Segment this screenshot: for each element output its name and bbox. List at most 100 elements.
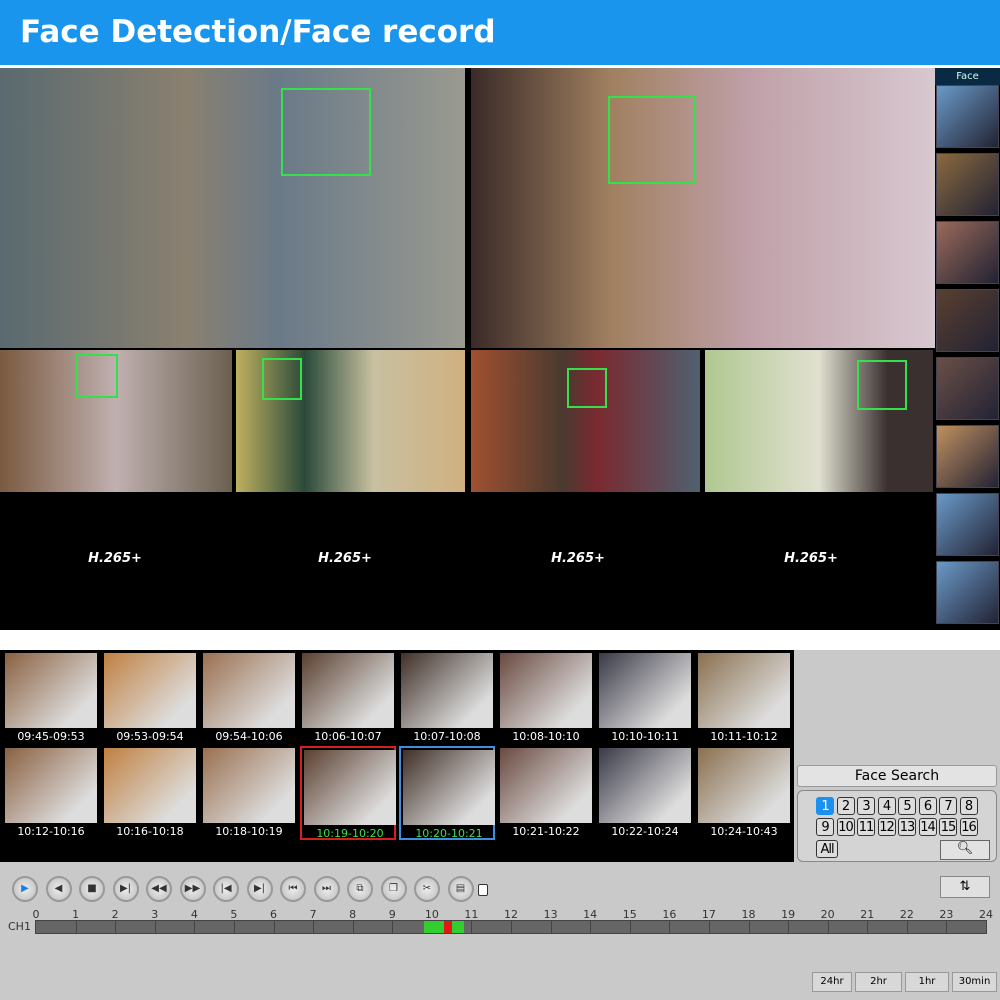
face-image [698, 653, 790, 728]
channel-button-14[interactable]: 14 [918, 818, 937, 836]
channel-button-5[interactable]: 5 [898, 797, 916, 815]
channel-button-7[interactable]: 7 [939, 797, 957, 815]
camera-tile-3[interactable] [0, 350, 232, 492]
face-thumbnail-grid: 09:45-09:53 09:53-09:54 09:54-10:06 10:06-1… [0, 650, 794, 862]
face-box [857, 360, 907, 410]
skip-back-icon: ⏮ [288, 883, 298, 894]
camera-tile-4[interactable] [236, 350, 465, 492]
hour-tick: 0 [32, 908, 40, 921]
face-thumbnail[interactable]: 10:24-10:43 [696, 746, 792, 840]
channel-button-13[interactable]: 13 [898, 818, 916, 836]
face-search-panel: Face Search All 🔍︎ 1 2 3 4 5 6 7 8 9 10 11 12 13 14 15… [797, 765, 997, 863]
cut-icon: ✂ [422, 883, 432, 894]
camera-tile-1[interactable] [0, 68, 465, 348]
timeline-bar[interactable] [35, 920, 987, 934]
zoom-2hr-button[interactable]: 2hr [855, 972, 902, 992]
camera-tile-6[interactable] [705, 350, 933, 492]
face-thumbnail[interactable]: 09:53-09:54 [102, 651, 198, 745]
captured-face[interactable] [936, 153, 999, 216]
checkbox[interactable] [478, 884, 488, 896]
hour-divider [154, 921, 156, 933]
face-thumbnail[interactable]: 10:19-10:20 [300, 746, 396, 840]
face-thumbnail[interactable]: 10:08-10:10 [498, 651, 594, 745]
captured-face[interactable] [936, 561, 999, 624]
recording-segment-normal[interactable] [423, 921, 444, 933]
camera-tile-2[interactable] [471, 68, 935, 348]
skip-forward-icon: ⏭ [322, 883, 331, 894]
captured-face[interactable] [936, 425, 999, 488]
stop-icon: ■ [87, 883, 97, 894]
channel-button-9[interactable]: 9 [816, 818, 834, 836]
face-image [401, 653, 493, 728]
hour-divider [313, 921, 315, 933]
search-button[interactable]: 🔍︎ [940, 840, 990, 860]
recording-segment-event[interactable] [443, 921, 452, 933]
thumbnail-time: 10:10-10:11 [611, 730, 679, 743]
cut-button[interactable]: ✂ [414, 876, 440, 902]
zoom-1hr-button[interactable]: 1hr [905, 972, 949, 992]
camera-tile-5[interactable] [471, 350, 700, 492]
save-button[interactable]: ▤ [447, 876, 474, 902]
face-thumbnail[interactable]: 10:21-10:22 [498, 746, 594, 840]
channel-button-11[interactable]: 11 [857, 818, 875, 836]
channel-button-1[interactable]: 1 [816, 797, 834, 815]
face-box [567, 368, 607, 408]
next-frame-button[interactable]: ▶| [246, 876, 273, 902]
face-thumbnail[interactable]: 10:22-10:24 [597, 746, 693, 840]
stop-button[interactable]: ■ [79, 876, 105, 902]
zoom-30min-button[interactable]: 30min [952, 972, 997, 992]
step-forward-icon: ▶| [119, 883, 132, 894]
channel-button-12[interactable]: 12 [877, 818, 896, 836]
face-search-title: Face Search [797, 765, 997, 787]
face-thumbnail[interactable]: 09:45-09:53 [3, 651, 99, 745]
fast-forward-button[interactable]: ▶▶ [179, 876, 206, 902]
captured-face[interactable] [936, 357, 999, 420]
zoom-24hr-button[interactable]: 24hr [812, 972, 852, 992]
swap-button[interactable]: ⇅ [940, 876, 990, 898]
face-box [608, 96, 696, 184]
face-thumbnail[interactable]: 10:20-10:21 [399, 746, 495, 840]
step-forward-button[interactable]: ▶| [112, 876, 139, 902]
rewind-button[interactable]: ◀◀ [146, 876, 172, 902]
channel-button-6[interactable]: 6 [918, 797, 937, 815]
previous-frame-button[interactable]: |◀ [213, 876, 239, 902]
hour-tick: 1 [72, 908, 80, 921]
copy-button[interactable]: ❐ [380, 876, 407, 902]
channel-button-10[interactable]: 10 [836, 818, 855, 836]
face-image [302, 653, 394, 728]
face-thumbnail[interactable]: 10:07-10:08 [399, 651, 495, 745]
clip-button[interactable]: ⧉ [347, 876, 373, 902]
captured-face[interactable] [936, 493, 999, 556]
channel-button-15[interactable]: 15 [939, 818, 957, 836]
channel-button-2[interactable]: 2 [836, 797, 855, 815]
hour-divider [906, 921, 908, 933]
captured-face[interactable] [936, 221, 999, 284]
face-thumbnail[interactable]: 10:06-10:07 [300, 651, 396, 745]
channel-button-4[interactable]: 4 [877, 797, 896, 815]
skip-back-button[interactable]: ⏮ [280, 876, 306, 902]
reverse-play-button[interactable]: ◀ [45, 876, 72, 902]
fast-forward-icon: ▶▶ [184, 883, 201, 894]
all-channels-button[interactable]: All [816, 840, 838, 858]
hour-tick: 8 [349, 908, 357, 921]
face-thumbnail[interactable]: 09:54-10:06 [201, 651, 297, 745]
channel-button-16[interactable]: 16 [959, 818, 978, 836]
reverse-play-icon: ◀ [54, 883, 63, 894]
channel-button-3[interactable]: 3 [857, 797, 875, 815]
face-thumbnail[interactable]: 10:11-10:12 [696, 651, 792, 745]
captured-face[interactable] [936, 289, 999, 352]
face-thumbnail[interactable]: 10:16-10:18 [102, 746, 198, 840]
captured-face[interactable] [936, 85, 999, 148]
face-capture-strip: Face [935, 68, 1000, 630]
hour-divider [946, 921, 948, 933]
hour-tick: 17 [701, 908, 716, 921]
face-thumbnail[interactable]: 10:12-10:16 [3, 746, 99, 840]
channel-button-8[interactable]: 8 [959, 797, 978, 815]
play-button[interactable]: ▶ [12, 876, 38, 902]
hour-tick: 14 [583, 908, 598, 921]
face-image [500, 653, 592, 728]
recording-segment-normal[interactable] [451, 921, 464, 933]
skip-forward-button[interactable]: ⏭ [313, 876, 340, 902]
face-thumbnail[interactable]: 10:18-10:19 [201, 746, 297, 840]
face-thumbnail[interactable]: 10:10-10:11 [597, 651, 693, 745]
